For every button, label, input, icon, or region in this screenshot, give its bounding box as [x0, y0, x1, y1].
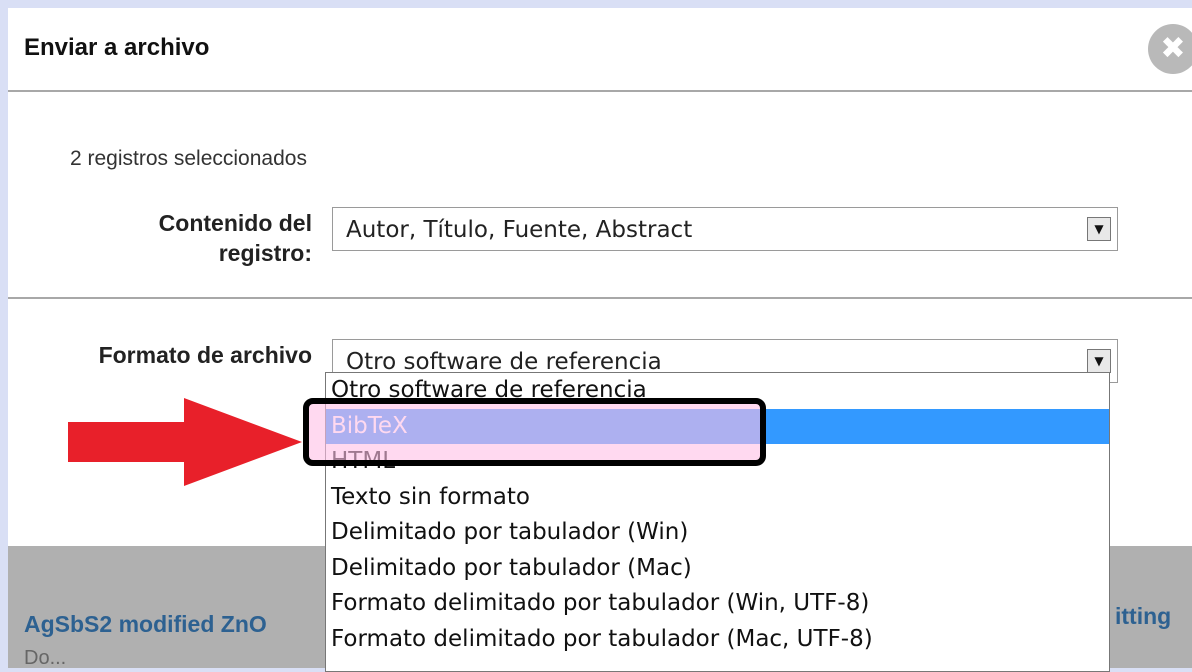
format-option-tab-win-utf8[interactable]: Formato delimitado por tabulador (Win, U… — [326, 586, 1109, 622]
close-icon[interactable]: ✖ — [1148, 24, 1192, 74]
red-arrow-annotation — [68, 398, 302, 486]
format-option-tab-mac[interactable]: Delimitado por tabulador (Mac) — [326, 551, 1109, 587]
arrow-shape — [68, 398, 302, 486]
content-select-value: Autor, Título, Fuente, Abstract — [346, 217, 693, 243]
chevron-down-icon[interactable]: ▼ — [1087, 217, 1111, 241]
article-title-continuation[interactable]: itting — [1115, 603, 1171, 630]
article-title[interactable]: AgSbS2 modified ZnO — [24, 611, 267, 638]
content-select[interactable]: Autor, Título, Fuente, Abstract ▼ — [332, 207, 1118, 251]
format-option-tab-win[interactable]: Delimitado por tabulador (Win) — [326, 515, 1109, 551]
dialog-title: Enviar a archivo — [24, 34, 210, 61]
content-field-label: Contenido del registro: — [68, 208, 312, 268]
content-field-label-line1: Contenido del — [158, 210, 312, 236]
article-snippet: Do... — [24, 647, 67, 669]
bibtex-highlight-annotation — [303, 398, 766, 466]
content-field-label-line2: registro: — [218, 240, 312, 266]
chevron-down-icon[interactable]: ▼ — [1087, 349, 1111, 373]
format-option-tab-mac-utf8[interactable]: Formato delimitado por tabulador (Mac, U… — [326, 622, 1109, 658]
selected-records-count: 2 registros seleccionados — [70, 147, 307, 170]
format-field-label: Formato de archivo — [98, 342, 312, 368]
section-divider — [8, 297, 1192, 299]
format-option-texto-sin-formato[interactable]: Texto sin formato — [326, 480, 1109, 516]
dialog-title-bar: Enviar a archivo ✖ — [8, 8, 1192, 92]
